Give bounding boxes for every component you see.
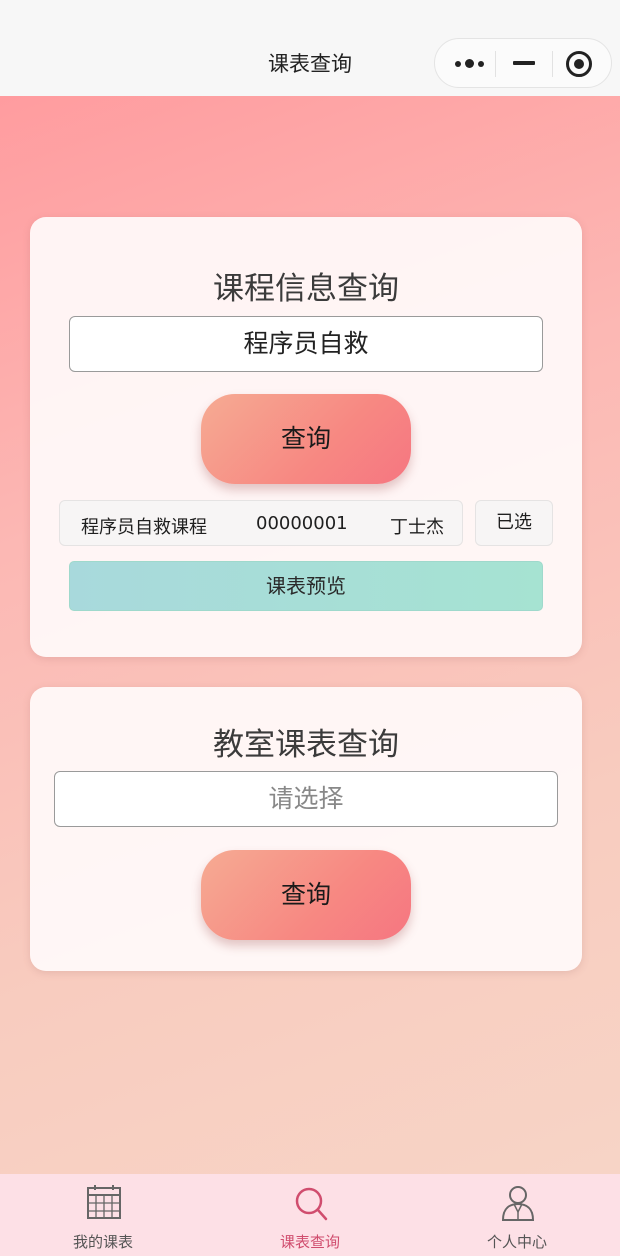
- more-icon[interactable]: [453, 39, 487, 87]
- classroom-select[interactable]: 请选择: [54, 771, 558, 827]
- main-content: 课程信息查询 程序员自救 查询 程序员自救课程 00000001 丁士杰 已选 …: [0, 96, 620, 1174]
- tab-profile[interactable]: 个人中心: [414, 1174, 620, 1256]
- capsule-divider: [495, 51, 496, 77]
- minimize-icon[interactable]: [513, 61, 535, 65]
- tab-label: 我的课表: [72, 1233, 133, 1251]
- capsule-divider: [552, 51, 553, 77]
- navigation-bar: 课表查询: [0, 0, 620, 96]
- schedule-preview-button[interactable]: 课表预览: [69, 561, 543, 611]
- course-name: 程序员自救课程: [81, 517, 207, 538]
- user-icon: [501, 1186, 535, 1221]
- search-icon: [295, 1187, 328, 1221]
- miniprogram-capsule: [434, 38, 612, 88]
- close-icon[interactable]: [566, 51, 592, 77]
- selected-status-button[interactable]: 已选: [475, 500, 553, 546]
- course-code: 00000001: [256, 513, 348, 534]
- course-search-input[interactable]: 程序员自救: [69, 316, 543, 372]
- course-query-title: 课程信息查询: [213, 271, 399, 307]
- tab-bar: 我的课表 课表查询 个人中心: [0, 1174, 620, 1256]
- tab-label: 个人中心: [486, 1233, 547, 1251]
- tab-label: 课表查询: [279, 1233, 340, 1251]
- tab-schedule-query[interactable]: 课表查询: [207, 1174, 413, 1256]
- classroom-query-title: 教室课表查询: [213, 727, 399, 763]
- classroom-query-card: 教室课表查询 请选择 查询: [30, 687, 582, 971]
- course-query-button[interactable]: 查询: [201, 394, 411, 484]
- course-result-row[interactable]: 程序员自救课程 00000001 丁士杰: [59, 500, 463, 546]
- calendar-grid-icon: [87, 1185, 121, 1219]
- tab-my-schedule[interactable]: 我的课表: [0, 1174, 206, 1256]
- course-teacher: 丁士杰: [390, 517, 444, 538]
- classroom-query-button[interactable]: 查询: [201, 850, 411, 940]
- course-query-card: 课程信息查询 程序员自救 查询 程序员自救课程 00000001 丁士杰 已选 …: [30, 217, 582, 657]
